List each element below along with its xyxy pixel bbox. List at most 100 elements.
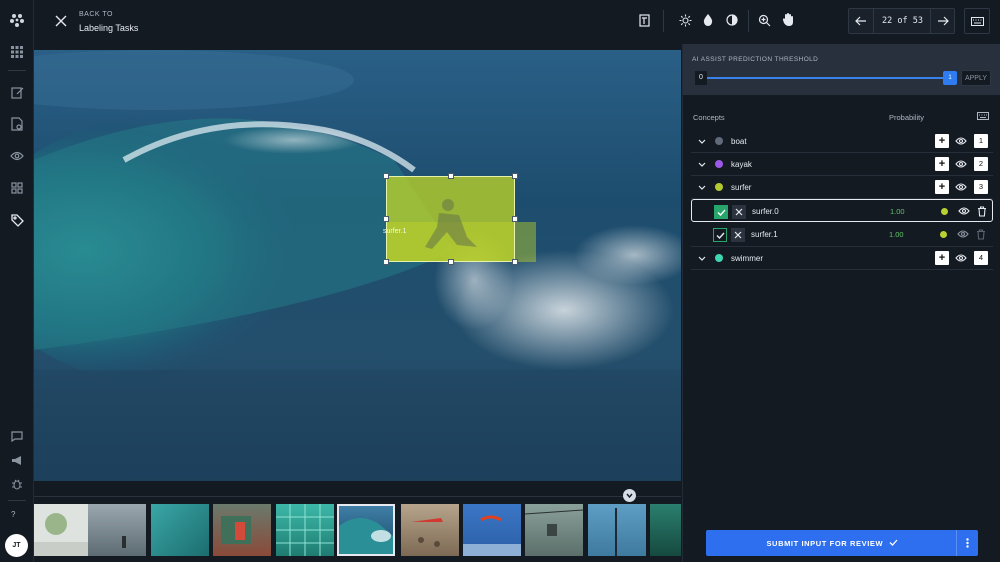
trash-icon — [978, 205, 986, 217]
arrow-left-icon — [855, 16, 866, 26]
hand-icon — [782, 13, 793, 26]
resize-handle-w[interactable] — [383, 216, 389, 222]
back-link[interactable]: Labeling Tasks — [79, 23, 138, 33]
annotation-name: surfer.1 — [751, 230, 778, 239]
accept-annotation-button[interactable] — [713, 228, 727, 242]
toggle-annotation-visibility[interactable] — [957, 228, 969, 240]
megaphone-icon[interactable] — [9, 452, 25, 468]
thumb-3[interactable] — [151, 504, 209, 556]
keyboard-icon — [970, 16, 984, 26]
help-button[interactable]: ? — [11, 510, 15, 519]
slider-min: 0 — [695, 71, 707, 85]
accept-annotation-button[interactable] — [714, 205, 728, 219]
eye-icon — [955, 160, 967, 168]
bug-icon[interactable] — [9, 476, 25, 492]
pan-button[interactable] — [778, 10, 798, 30]
expand-kayak-button[interactable] — [697, 159, 707, 169]
thumb-6-active[interactable] — [337, 504, 395, 556]
tag-icon[interactable] — [9, 212, 25, 228]
resize-handle-sw[interactable] — [383, 259, 389, 265]
image-canvas[interactable]: surfer.1 — [34, 50, 681, 481]
eye-icon[interactable] — [9, 148, 25, 164]
toggle-visibility-surfer[interactable] — [955, 181, 967, 193]
toggle-visibility-swimmer[interactable] — [955, 252, 967, 264]
concept-keyboard-button[interactable] — [976, 110, 990, 122]
delete-annotation-button[interactable] — [976, 205, 988, 217]
zoom-button[interactable] — [754, 10, 774, 30]
toggle-visibility-boat[interactable] — [955, 135, 967, 147]
prev-image-button[interactable] — [849, 9, 873, 33]
thumb-1[interactable] — [34, 504, 92, 556]
resize-handle-nw[interactable] — [383, 173, 389, 179]
thumb-7[interactable] — [401, 504, 459, 556]
expand-surfer-button[interactable] — [697, 182, 707, 192]
concept-row-swimmer[interactable]: swimmer + 4 — [691, 247, 993, 270]
edit-icon[interactable] — [9, 84, 25, 100]
box-label: surfer.1 — [383, 228, 407, 235]
add-kayak-button[interactable]: + — [935, 157, 949, 171]
concept-row-surfer[interactable]: surfer + 3 — [691, 176, 993, 199]
filter-button[interactable] — [634, 10, 654, 30]
thumb-10[interactable] — [588, 504, 646, 556]
concept-row-kayak[interactable]: kayak + 2 — [691, 153, 993, 176]
avatar[interactable]: JT — [5, 534, 28, 557]
collapse-strip-button[interactable] — [623, 489, 636, 502]
concept-row-boat[interactable]: boat + 1 — [691, 130, 993, 153]
close-button[interactable] — [48, 8, 74, 34]
reject-annotation-button[interactable] — [732, 205, 746, 219]
submit-for-review-button[interactable]: SUBMIT INPUT FOR REVIEW — [706, 530, 978, 556]
add-swimmer-button[interactable]: + — [935, 251, 949, 265]
keyboard-icon — [977, 112, 989, 120]
thumb-9[interactable] — [525, 504, 583, 556]
annotation-row-surfer-0[interactable]: surfer.0 1.00 — [691, 199, 993, 222]
slider-thumb[interactable]: 1 — [943, 71, 957, 85]
annotation-probability: 1.00 — [890, 207, 905, 216]
thumb-8[interactable] — [463, 504, 521, 556]
expand-swimmer-button[interactable] — [697, 253, 707, 263]
brightness-button[interactable] — [675, 10, 695, 30]
close-icon — [735, 208, 743, 216]
toggle-visibility-kayak[interactable] — [955, 158, 967, 170]
add-boat-button[interactable]: + — [935, 134, 949, 148]
resize-handle-ne[interactable] — [512, 173, 518, 179]
resize-handle-se[interactable] — [512, 259, 518, 265]
thumb-4[interactable] — [213, 504, 271, 556]
annotation-row-surfer-1[interactable]: surfer.1 1.00 — [691, 223, 993, 246]
concepts-panel: AI ASSIST PREDICTION THRESHOLD 0 1 APPLY… — [682, 44, 1000, 562]
document-icon[interactable] — [9, 116, 25, 132]
submit-options-button[interactable] — [956, 530, 978, 556]
rail-divider-bottom — [8, 500, 26, 501]
arrow-right-icon — [938, 16, 949, 26]
top-bar: BACK TO Labeling Tasks 22 of 53 — [34, 0, 1000, 44]
thumbnail-strip — [34, 481, 681, 562]
toolbar-divider — [663, 10, 664, 32]
expand-boat-button[interactable] — [697, 136, 707, 146]
toggle-annotation-visibility[interactable] — [958, 205, 970, 217]
reject-annotation-button[interactable] — [731, 228, 745, 242]
chat-icon[interactable] — [9, 428, 25, 444]
eye-icon — [955, 183, 967, 191]
apps-icon[interactable] — [9, 180, 25, 196]
thumb-11[interactable] — [650, 504, 681, 556]
annotation-box-surfer-0[interactable] — [386, 176, 515, 262]
saturation-button[interactable] — [698, 10, 718, 30]
logo-icon[interactable] — [9, 12, 25, 28]
delete-annotation-button[interactable] — [975, 228, 987, 240]
hotkey-badge: 2 — [974, 157, 988, 171]
apply-button[interactable]: APPLY — [961, 70, 991, 86]
add-surfer-button[interactable]: + — [935, 180, 949, 194]
resize-handle-n[interactable] — [448, 173, 454, 179]
hotkey-badge: 1 — [974, 134, 988, 148]
contrast-button[interactable] — [722, 10, 742, 30]
grid-icon[interactable] — [9, 44, 25, 60]
concept-color-dot — [715, 254, 723, 262]
threshold-slider[interactable] — [705, 77, 951, 79]
concept-color-dot — [715, 137, 723, 145]
thumb-2[interactable] — [88, 504, 146, 556]
thumb-5[interactable] — [276, 504, 334, 556]
keyboard-shortcuts-button[interactable] — [964, 8, 990, 34]
resize-handle-e[interactable] — [512, 216, 518, 222]
resize-handle-s[interactable] — [448, 259, 454, 265]
next-image-button[interactable] — [931, 9, 955, 33]
labeling-app: ? JT BACK TO Labeling Tasks 22 of 53 sur… — [0, 0, 1000, 562]
